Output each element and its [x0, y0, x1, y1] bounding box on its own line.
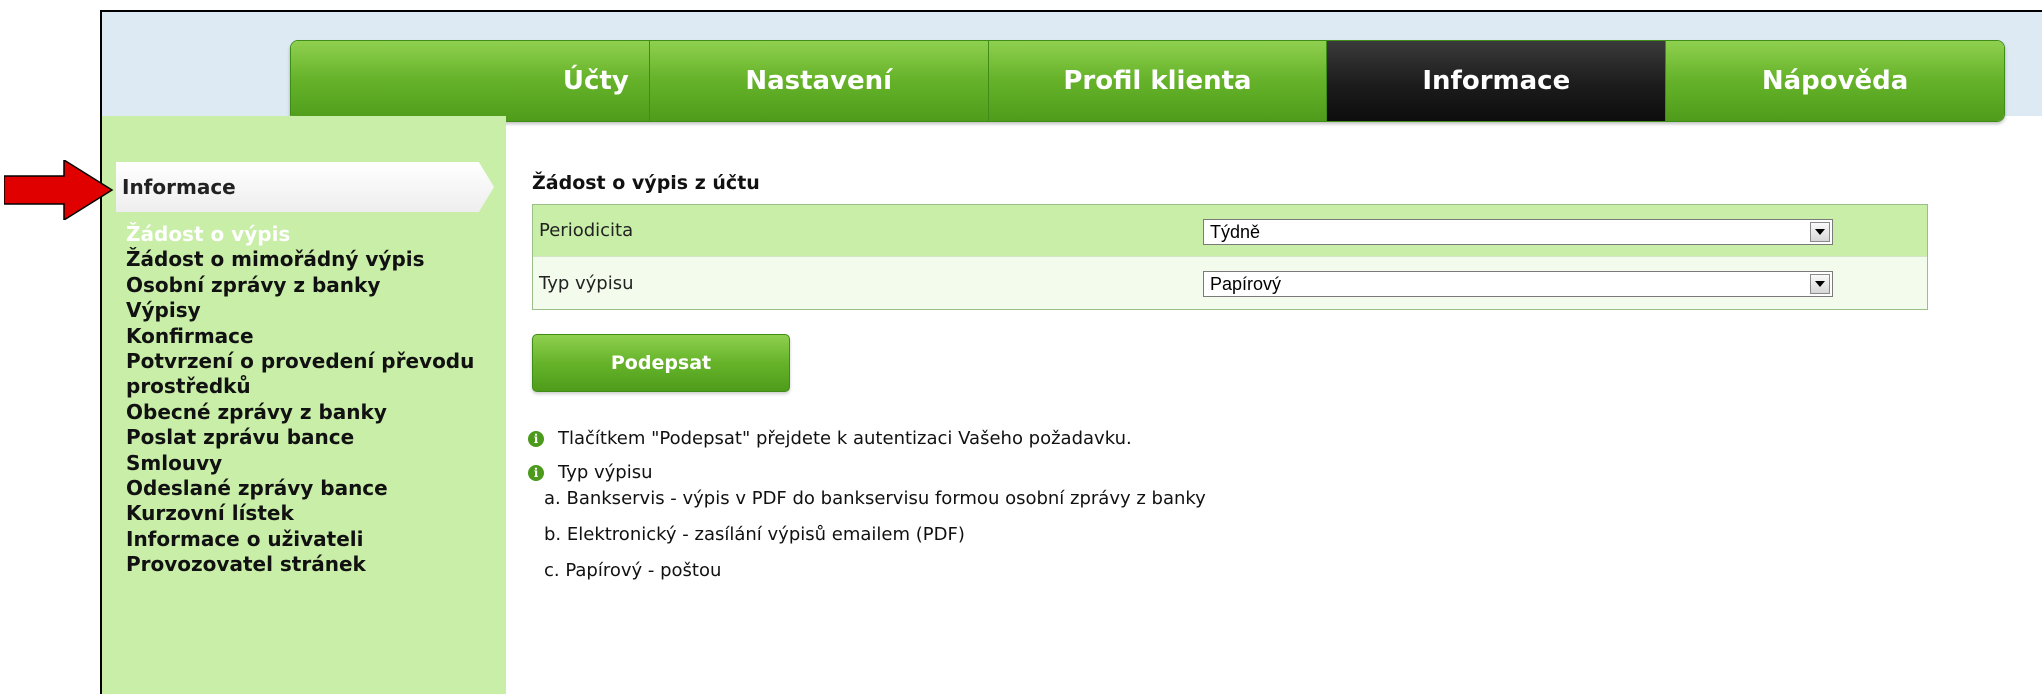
statement-type-value: Papírový	[1210, 273, 1282, 294]
page-title: Žádost o výpis z účtu	[532, 172, 760, 194]
sidebar-heading: Informace	[116, 162, 494, 212]
sidebar-item-provozovatel[interactable]: Provozovatel stránek	[126, 552, 474, 577]
sidebar-menu: Žádost o výpis Žádost o mimořádný výpis …	[126, 222, 474, 578]
sidebar-item-vypisy[interactable]: Výpisy	[126, 298, 474, 323]
app-window: Účty Nastavení Profil klienta Informace …	[100, 10, 2042, 694]
info-icon: i	[528, 464, 544, 481]
sidebar-item-potvrzeni-prevodu[interactable]: Potvrzení o provedení převodu	[126, 349, 474, 374]
statement-type-label: Typ výpisu	[539, 272, 634, 294]
tab-ucty[interactable]: Účty	[291, 41, 650, 121]
tab-napoveda[interactable]: Nápověda	[1666, 41, 2004, 121]
info-sign-text: Tlačítkem "Podepsat" přejdete k autentiz…	[558, 428, 1132, 449]
info-statement-type: i Typ výpisu	[528, 462, 653, 483]
info-sign-note: i Tlačítkem "Podepsat" přejdete k autent…	[528, 428, 1132, 449]
sidebar-item-mimoradny-vypis[interactable]: Žádost o mimořádný výpis	[126, 247, 474, 272]
periodicity-select[interactable]: Týdně	[1203, 219, 1833, 245]
sidebar-item-informace-o-uzivateli[interactable]: Informace o uživateli	[126, 527, 474, 552]
periodicity-row: Periodicita Týdně	[533, 205, 1927, 257]
sidebar-item-zadost-o-vypis[interactable]: Žádost o výpis	[126, 222, 474, 247]
sidebar-item-odeslane-zpravy[interactable]: Odeslané zprávy bance	[126, 476, 474, 501]
main-nav: Účty Nastavení Profil klienta Informace …	[290, 40, 2005, 122]
chevron-down-icon[interactable]	[1810, 222, 1830, 242]
option-bankservis: a. Bankservis - výpis v PDF do bankservi…	[544, 488, 1206, 509]
statement-form: Periodicita Týdně Typ výpisu Papírový	[532, 204, 1928, 310]
sidebar-item-obecne-zpravy[interactable]: Obecné zprávy z banky	[126, 400, 474, 425]
info-statement-type-text: Typ výpisu	[558, 462, 653, 483]
sidebar: Informace Žádost o výpis Žádost o mimořá…	[102, 116, 506, 694]
periodicity-label: Periodicita	[539, 220, 634, 241]
option-papirovy: c. Papírový - poštou	[544, 560, 722, 581]
sidebar-item-osobni-zpravy[interactable]: Osobní zprávy z banky	[126, 273, 474, 298]
sidebar-item-smlouvy[interactable]: Smlouvy	[126, 451, 474, 476]
sign-button[interactable]: Podepsat	[532, 334, 790, 392]
chevron-down-icon[interactable]	[1810, 274, 1830, 294]
sidebar-item-poslat-zpravu[interactable]: Poslat zprávu bance	[126, 425, 474, 450]
tab-informace[interactable]: Informace	[1327, 41, 1667, 121]
tab-nastaveni[interactable]: Nastavení	[649, 41, 989, 121]
periodicity-value: Týdně	[1210, 221, 1261, 242]
option-elektronicky: b. Elektronický - zasílání výpisů emaile…	[544, 524, 965, 545]
red-arrow-icon	[4, 160, 114, 220]
tab-profil-klienta[interactable]: Profil klienta	[988, 41, 1328, 121]
info-icon: i	[528, 430, 544, 447]
statement-type-row: Typ výpisu Papírový	[533, 257, 1927, 309]
sidebar-item-kurzovni-listek[interactable]: Kurzovní lístek	[126, 501, 474, 526]
statement-type-select[interactable]: Papírový	[1203, 271, 1833, 297]
sidebar-item-konfirmace[interactable]: Konfirmace	[126, 324, 474, 349]
sidebar-item-prostredku[interactable]: prostředků	[126, 374, 474, 399]
